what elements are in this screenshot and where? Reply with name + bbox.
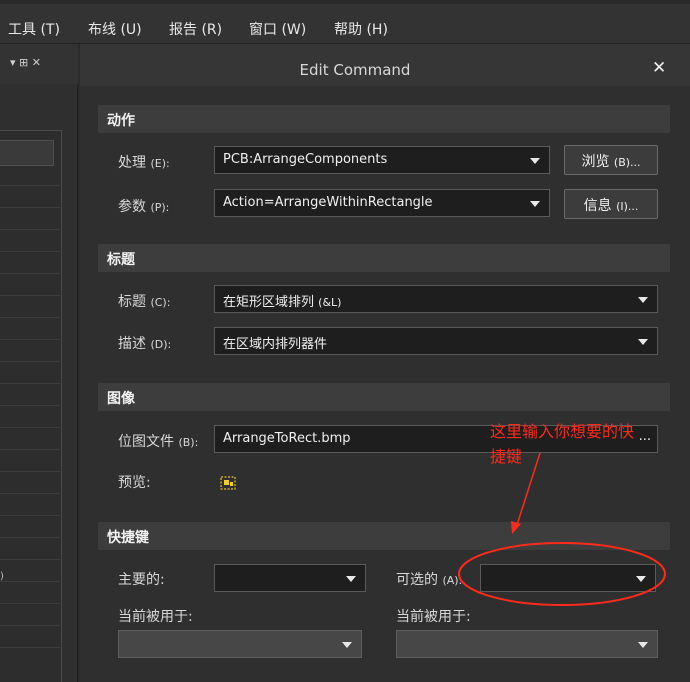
left-panel: ▾ ⊞ ✕ ) — [0, 44, 78, 682]
list-row — [0, 251, 62, 252]
chevron-down-icon — [636, 576, 646, 582]
left-panel-list — [0, 130, 62, 682]
section-shortcut-title: 快捷键 — [107, 530, 149, 546]
alternate-shortcut-label: 可选的 (A): — [396, 572, 463, 588]
caption-title-value: 在矩形区域排列 (&L) — [223, 295, 342, 310]
list-row — [0, 361, 62, 362]
list-row — [0, 449, 62, 450]
menu-reports[interactable]: 报告 (R) — [169, 19, 222, 39]
current-used-label-primary: 当前被用于: — [118, 609, 193, 625]
list-row — [0, 625, 62, 626]
left-panel-field[interactable] — [0, 140, 54, 166]
menu-help[interactable]: 帮助 (H) — [334, 19, 388, 39]
process-combo[interactable]: PCB:ArrangeComponents — [214, 146, 550, 174]
list-row — [0, 185, 62, 186]
panel-controls[interactable]: ▾ ⊞ ✕ — [10, 56, 41, 69]
chevron-down-icon — [638, 642, 648, 648]
chevron-down-icon — [638, 339, 648, 345]
bitmap-browse-button[interactable]: ... — [639, 429, 651, 444]
list-row — [0, 317, 62, 318]
params-label: 参数 (P): — [118, 199, 170, 215]
description-label: 描述 (D): — [118, 336, 172, 352]
caption-title-label: 标题 (C): — [118, 294, 171, 310]
chevron-down-icon — [530, 201, 540, 207]
left-panel-header: ▾ ⊞ ✕ — [0, 44, 78, 84]
alternate-shortcut-combo[interactable] — [480, 564, 656, 592]
section-image-title: 图像 — [107, 391, 135, 407]
section-caption: 标题 — [98, 244, 670, 272]
current-used-combo-primary[interactable] — [118, 630, 362, 658]
chevron-down-icon — [342, 642, 352, 648]
chevron-down-icon — [346, 576, 356, 582]
params-combo[interactable]: Action=ArrangeWithinRectangle — [214, 189, 550, 217]
menu-tools[interactable]: 工具 (T) — [8, 19, 60, 39]
annotation-text-line1: 这里输入你想要的快 — [490, 422, 635, 441]
section-caption-title: 标题 — [107, 252, 135, 268]
menu-bar: 工具 (T) 布线 (U) 报告 (R) 窗口 (W) 帮助 (H) — [0, 0, 690, 44]
list-row — [0, 515, 62, 516]
process-label: 处理 (E): — [118, 155, 170, 171]
list-row — [0, 427, 62, 428]
params-value: Action=ArrangeWithinRectangle — [223, 195, 433, 210]
process-value: PCB:ArrangeComponents — [223, 152, 388, 167]
section-action-title: 动作 — [107, 113, 135, 129]
current-used-label-alternate: 当前被用于: — [396, 609, 471, 625]
list-row — [0, 383, 62, 384]
edit-command-dialog: Edit Command ✕ 动作 处理 (E): PCB:ArrangeCom… — [80, 44, 690, 682]
close-icon[interactable]: ✕ — [652, 58, 666, 78]
list-row — [0, 493, 62, 494]
list-row — [0, 295, 62, 296]
list-row — [0, 581, 62, 582]
list-row — [0, 273, 62, 274]
list-row — [0, 559, 62, 560]
list-row — [0, 207, 62, 208]
window-top-edge — [0, 0, 690, 4]
section-shortcut: 快捷键 — [98, 522, 670, 550]
menu-window[interactable]: 窗口 (W) — [249, 19, 306, 39]
dialog-title: Edit Command — [299, 61, 411, 79]
list-row — [0, 603, 62, 604]
primary-shortcut-label: 主要的: — [118, 572, 165, 588]
browse-button[interactable]: 浏览 (B)... — [564, 145, 658, 175]
list-row — [0, 537, 62, 538]
list-row — [0, 647, 62, 648]
bitmap-file-value: ArrangeToRect.bmp — [223, 431, 351, 446]
list-row — [0, 471, 62, 472]
chevron-down-icon — [638, 297, 648, 303]
menu-route[interactable]: 布线 (U) — [88, 19, 142, 39]
caption-title-combo[interactable]: 在矩形区域排列 (&L) — [214, 285, 658, 313]
description-value: 在区域内排列器件 — [223, 337, 328, 352]
preview-label: 预览: — [118, 475, 151, 491]
current-used-combo-alternate[interactable] — [396, 630, 658, 658]
primary-shortcut-combo[interactable] — [214, 564, 366, 592]
section-action: 动作 — [98, 105, 670, 133]
chevron-down-icon — [530, 158, 540, 164]
dialog-title-bar: Edit Command ✕ — [80, 44, 690, 86]
description-combo[interactable]: 在区域内排列器件 — [214, 327, 658, 355]
bitmap-file-label: 位图文件 (B): — [118, 434, 199, 450]
list-row — [0, 339, 62, 340]
list-row — [0, 405, 62, 406]
section-image: 图像 — [98, 383, 670, 411]
arrange-rect-preview-icon — [220, 476, 236, 490]
truncated-text: ) — [0, 571, 4, 582]
info-button[interactable]: 信息 (I)... — [564, 189, 658, 219]
list-row — [0, 229, 62, 230]
annotation-text-line2: 捷键 — [490, 447, 523, 466]
